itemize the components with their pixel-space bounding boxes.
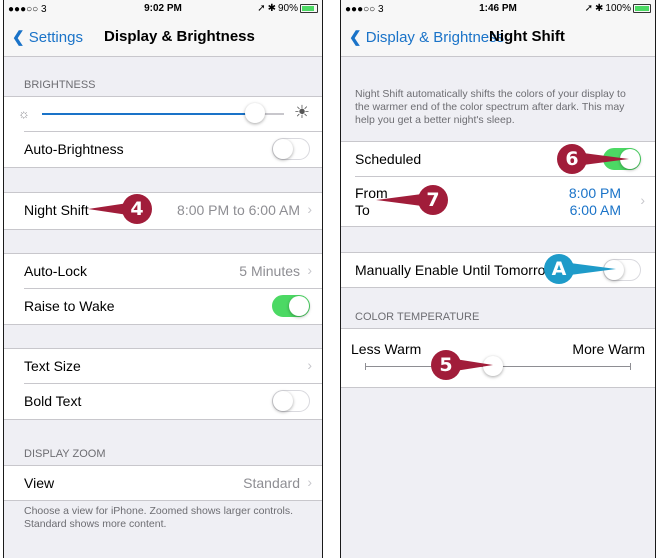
bold-text-row[interactable]: Bold Text — [4, 384, 322, 418]
brightness-row: ☼ ☀ — [4, 97, 322, 131]
color-temperature-header: COLOR TEMPERATURE — [355, 311, 480, 323]
raise-to-wake-label: Raise to Wake — [24, 298, 115, 314]
slider-tick-left — [365, 363, 366, 370]
callout-number: 4 — [122, 194, 152, 224]
auto-lock-value: 5 Minutes — [239, 263, 300, 279]
back-label: Settings — [28, 29, 83, 46]
to-label: To — [355, 202, 370, 218]
callout-7: 7 — [376, 185, 448, 215]
bold-text-toggle[interactable] — [272, 390, 310, 412]
callout-pointer — [376, 194, 422, 206]
chevron-right-icon: › — [307, 201, 312, 217]
battery-icon — [300, 4, 318, 13]
night-shift-label: Night Shift — [24, 202, 89, 218]
callout-4: 4 — [88, 194, 152, 224]
callout-number: 7 — [418, 185, 448, 215]
view-label: View — [24, 475, 55, 491]
callout-number: 5 — [431, 350, 461, 380]
slider-tick-right — [630, 363, 631, 370]
more-warm-label: More Warm — [572, 341, 645, 357]
callout-a: A — [544, 254, 616, 284]
battery-icon — [633, 4, 651, 13]
less-warm-label: Less Warm — [351, 341, 422, 357]
brightness-group: ☼ ☀ Auto-Brightness — [4, 96, 322, 168]
night-shift-description: Night Shift automatically shifts the col… — [355, 88, 626, 126]
callout-letter: A — [544, 254, 574, 284]
location-icon: ➚ — [257, 3, 266, 14]
chevron-right-icon: › — [307, 262, 312, 278]
callout-pointer — [570, 263, 616, 275]
night-shift-schedule: 8:00 PM to 6:00 AM — [177, 202, 300, 218]
nav-bar: ❮ Display & Brightness Night Shift — [341, 18, 655, 57]
brightness-slider[interactable] — [42, 103, 284, 123]
manual-enable-label: Manually Enable Until Tomorrow — [355, 262, 556, 278]
text-size-label: Text Size — [24, 358, 81, 374]
page-title: Night Shift — [489, 28, 565, 45]
auto-brightness-row[interactable]: Auto-Brightness — [4, 132, 322, 166]
brightness-knob[interactable] — [244, 103, 265, 123]
bluetooth-icon: ✱ — [595, 3, 604, 14]
display-zoom-header: DISPLAY ZOOM — [24, 448, 106, 460]
callout-pointer — [583, 153, 629, 165]
brightness-fill — [42, 113, 255, 115]
battery-percent: 90% — [277, 3, 298, 14]
brightness-header: BRIGHTNESS — [24, 79, 96, 91]
chevron-right-icon: › — [640, 192, 645, 208]
callout-number: 6 — [557, 144, 587, 174]
auto-lock-label: Auto-Lock — [24, 263, 88, 279]
chevron-left-icon: ❮ — [12, 29, 25, 46]
chevron-right-icon: › — [307, 474, 312, 490]
callout-6: 6 — [557, 144, 629, 174]
callout-5: 5 — [431, 350, 493, 380]
back-button[interactable]: ❮ Settings — [12, 28, 83, 46]
raise-to-wake-row[interactable]: Raise to Wake — [4, 289, 322, 323]
color-temperature-group: Less Warm More Warm — [341, 328, 655, 388]
text-group: Text Size › Bold Text — [4, 348, 322, 420]
display-zoom-footer: Choose a view for iPhone. Zoomed shows l… — [24, 505, 294, 530]
auto-brightness-label: Auto-Brightness — [24, 141, 124, 157]
bold-text-label: Bold Text — [24, 393, 82, 409]
chevron-right-icon: › — [307, 357, 312, 373]
nav-bar: ❮ Settings Display & Brightness — [4, 18, 322, 57]
lock-group: Auto-Lock 5 Minutes › Raise to Wake — [4, 253, 322, 325]
back-label: Display & Brightness — [365, 29, 505, 46]
night-shift-group: Night Shift 8:00 PM to 6:00 AM › — [4, 192, 322, 230]
back-button[interactable]: ❮ Display & Brightness — [349, 28, 504, 46]
text-size-row[interactable]: Text Size › — [4, 349, 322, 383]
battery-percent: 100% — [605, 3, 631, 14]
view-value: Standard — [243, 475, 300, 491]
sun-small-icon: ☼ — [18, 106, 30, 121]
bluetooth-icon: ✱ — [267, 3, 276, 14]
auto-lock-row[interactable]: Auto-Lock 5 Minutes › — [4, 254, 322, 288]
from-time: 8:00 PM — [568, 185, 621, 201]
to-time: 6:00 AM — [569, 202, 621, 218]
color-temperature-slider[interactable] — [365, 356, 631, 376]
sun-large-icon: ☀ — [293, 102, 310, 122]
page-title: Display & Brightness — [104, 28, 255, 45]
night-shift-row[interactable]: Night Shift 8:00 PM to 6:00 AM › — [4, 193, 322, 227]
location-icon: ➚ — [584, 3, 594, 14]
status-bar: ●●●○○ 3 1:46 PM ➚ ✱ 100% — [341, 0, 655, 18]
display-brightness-screen: ●●●○○ 3 9:02 PM ➚ ✱ 90% ❮ Settings Displ… — [3, 0, 323, 558]
status-right: ➚ ✱ 100% — [585, 3, 651, 14]
status-right: ➚ ✱ 90% — [257, 3, 318, 14]
view-row[interactable]: View Standard › — [4, 466, 322, 500]
view-group: View Standard › — [4, 465, 322, 501]
status-bar: ●●●○○ 3 9:02 PM ➚ ✱ 90% — [4, 0, 322, 18]
auto-brightness-toggle[interactable] — [272, 138, 310, 160]
chevron-left-icon: ❮ — [349, 29, 362, 46]
raise-to-wake-toggle[interactable] — [272, 295, 310, 317]
scheduled-label: Scheduled — [355, 151, 422, 167]
